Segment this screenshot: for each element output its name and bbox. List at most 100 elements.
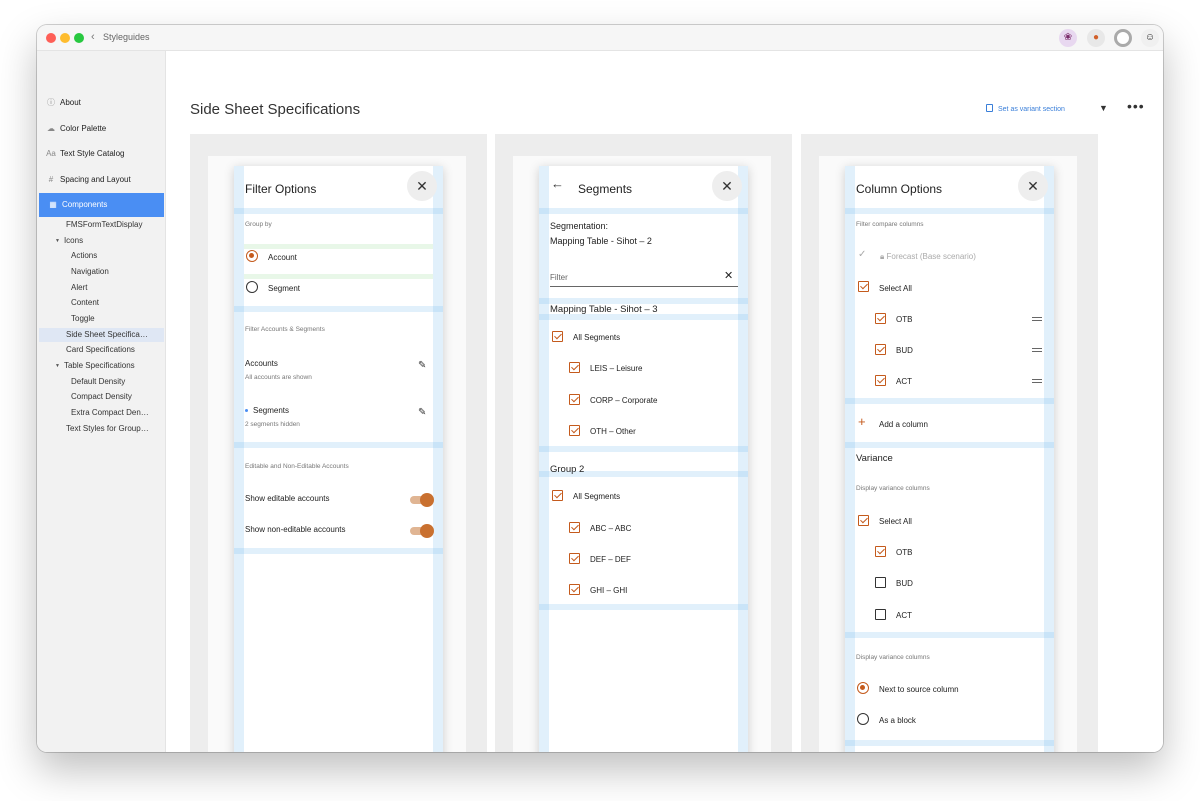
sidebar-sub-side-sheet[interactable]: Side Sheet Specifica… (39, 328, 164, 342)
checkbox-compare-act[interactable] (875, 375, 886, 386)
help-lifebuoy-icon[interactable] (1114, 29, 1132, 47)
page-title: Side Sheet Specifications (190, 101, 361, 118)
sidebar-sub-alert[interactable]: Alert (71, 281, 87, 295)
section-label: Display variance columns (856, 654, 930, 661)
checkbox-variance-act[interactable] (875, 609, 886, 620)
sidebar-sub-navigation[interactable]: Navigation (71, 265, 109, 279)
sidebar-item-text-style-catalog[interactable]: Aa Text Style Catalog (37, 144, 166, 164)
sidebar-sub-toggle[interactable]: Toggle (71, 312, 95, 326)
check-disabled-icon: ✓ (858, 249, 867, 260)
segmentation-label: Segmentation: (550, 221, 609, 231)
checkbox-label: OTH – Other (590, 427, 636, 436)
checkbox-variance-bud[interactable] (875, 577, 886, 588)
text-aa-icon: Aa (46, 149, 56, 158)
window-title: Styleguides (103, 32, 150, 42)
checkbox-label: BUD (896, 579, 913, 588)
close-icon[interactable]: ✕ (407, 171, 437, 201)
sidebar-sub-table-specifications[interactable]: ▼ Table Specifications (55, 359, 135, 373)
section-label: Filter Accounts & Segments (245, 326, 325, 333)
drag-handle-icon[interactable] (1032, 379, 1042, 383)
disclosure-triangle-icon[interactable]: ▼ (55, 363, 60, 369)
checkbox-label: Select All (879, 517, 912, 526)
radio-label: Next to source column (879, 685, 959, 694)
segments-subtitle: 2 segments hidden (245, 421, 300, 428)
checkbox-segment[interactable] (569, 553, 580, 564)
sidebar-sub-extra-compact[interactable]: Extra Compact Den… (71, 406, 149, 420)
spec-band (845, 740, 1054, 746)
close-icon[interactable]: ✕ (1018, 171, 1048, 201)
disclosure-triangle-icon[interactable]: ▼ (55, 238, 60, 244)
group-title: Group 2 (550, 464, 585, 475)
checkbox-segment[interactable] (569, 362, 580, 373)
close-window-button[interactable] (46, 33, 56, 43)
sidebar-sub-actions[interactable]: Actions (71, 249, 97, 263)
sidebar-sub-card-specifications[interactable]: Card Specifications (66, 343, 135, 357)
checkbox-label: ABC – ABC (590, 524, 632, 533)
add-icon[interactable]: + (858, 414, 866, 429)
add-column-button[interactable]: Add a column (879, 420, 928, 429)
filter-input[interactable]: Filter (550, 273, 568, 282)
checkbox-segment[interactable] (569, 584, 580, 595)
info-icon: ⓘ (47, 98, 55, 107)
notification-icon[interactable]: ● (1087, 29, 1105, 47)
checkbox-variance-otb[interactable] (875, 546, 886, 557)
spec-margin-right (738, 166, 748, 752)
forecast-locked: 🔒︎ Forecast (Base scenario) (880, 252, 976, 261)
checkbox-segment[interactable] (569, 522, 580, 533)
checkbox-variance-select-all[interactable] (858, 515, 869, 526)
checkbox-segment[interactable] (569, 394, 580, 405)
checkbox-label: DEF – DEF (590, 555, 631, 564)
edit-pencil-icon[interactable]: ✎ (418, 407, 426, 418)
radio-as-block[interactable] (857, 713, 869, 725)
sidebar-sub-fmsformtextdisplay[interactable]: FMSFormTextDisplay (66, 218, 142, 232)
zoom-window-button[interactable] (74, 33, 84, 43)
sidebar-item-components[interactable]: ▦ Components (39, 193, 164, 217)
back-arrow-icon[interactable]: ← (551, 176, 564, 191)
drag-handle-icon[interactable] (1032, 317, 1042, 321)
side-sheet-segments: ← Segments ✕ Segmentation: Mapping Table… (539, 166, 748, 752)
sidebar-item-about[interactable]: ⓘ About (37, 93, 166, 113)
edit-pencil-icon[interactable]: ✎ (418, 360, 426, 371)
checkbox-label: OTB (896, 315, 913, 324)
spec-margin-left (539, 166, 549, 752)
grid-ruler-icon: # (48, 175, 54, 184)
sidebar-sub-default-density[interactable]: Default Density (71, 375, 125, 389)
checkbox-segment[interactable] (569, 425, 580, 436)
close-icon[interactable]: ✕ (712, 171, 742, 201)
group-title: Mapping Table - Sihot – 3 (550, 304, 658, 315)
sidebar-sub-compact-density[interactable]: Compact Density (71, 390, 132, 404)
checkbox-label: OTB (896, 548, 913, 557)
spec-band (234, 548, 443, 554)
minimize-window-button[interactable] (60, 33, 70, 43)
checkbox-label: All Segments (573, 492, 621, 501)
section-label: Group by (245, 221, 272, 228)
checkbox-all-segments[interactable] (552, 331, 563, 342)
sidebar-sub-icons[interactable]: ▼ Icons (55, 234, 83, 248)
drag-handle-icon[interactable] (1032, 348, 1042, 352)
spec-band (539, 208, 748, 214)
sidebar-sub-text-styles[interactable]: Text Styles for Group… (66, 422, 149, 436)
avatar[interactable]: ☺ (1141, 29, 1159, 47)
sidebar-item-color-palette[interactable]: ☁ Color Palette (37, 119, 166, 139)
spec-band (244, 274, 433, 279)
grapes-icon[interactable]: ❀ (1059, 29, 1077, 47)
sheet-title: Segments (578, 182, 633, 196)
clear-filter-icon[interactable]: ✕ (724, 269, 733, 282)
radio-segment[interactable] (246, 281, 258, 293)
checkbox-select-all[interactable] (858, 281, 869, 292)
sidebar-sub-content[interactable]: Content (71, 296, 99, 310)
toggle-show-editable[interactable] (410, 493, 434, 507)
radio-next-to-source[interactable] (857, 682, 869, 694)
more-options-icon[interactable]: ••• (1127, 98, 1145, 114)
back-chevron-icon[interactable]: ‹ (91, 31, 95, 43)
sidebar-item-spacing-layout[interactable]: # Spacing and Layout (37, 170, 166, 190)
radio-account[interactable] (246, 250, 258, 262)
checkbox-all-segments[interactable] (552, 490, 563, 501)
side-sheet-filter-options: Filter Options ✕ Group by Account Segmen… (234, 166, 443, 752)
dropdown-caret-icon[interactable]: ▼ (1099, 103, 1108, 113)
toggle-show-non-editable[interactable] (410, 524, 434, 538)
set-variant-button[interactable]: Set as variant section (986, 104, 1065, 113)
checkbox-compare-otb[interactable] (875, 313, 886, 324)
spec-band (845, 208, 1054, 214)
checkbox-compare-bud[interactable] (875, 344, 886, 355)
